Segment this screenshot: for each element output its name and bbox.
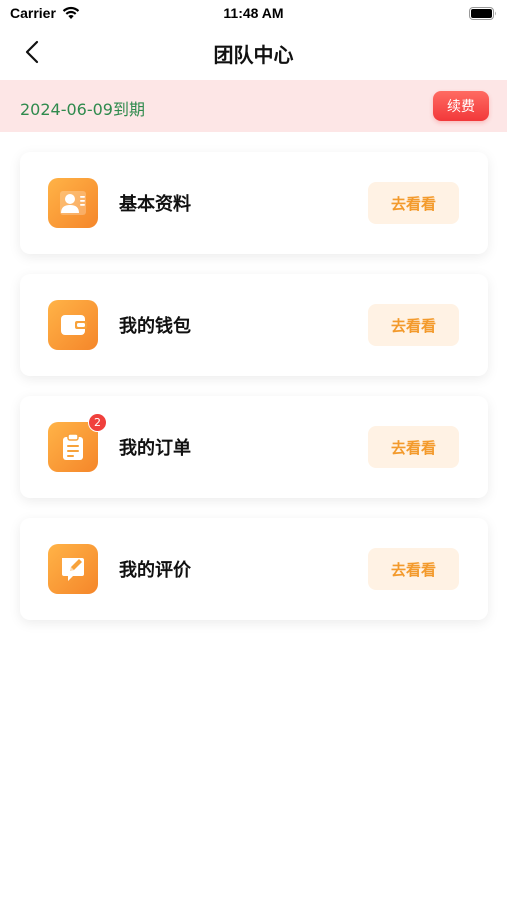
view-button[interactable]: 去看看 (368, 304, 459, 346)
view-button[interactable]: 去看看 (368, 182, 459, 224)
battery-icon (469, 7, 496, 20)
view-button[interactable]: 去看看 (368, 548, 459, 590)
menu-card-reviews[interactable]: 我的评价 去看看 (20, 518, 488, 620)
navigation-bar: 团队中心 (0, 28, 507, 78)
profile-card-icon (48, 178, 98, 228)
view-button[interactable]: 去看看 (368, 426, 459, 468)
clock-time: 11:48 AM (223, 5, 284, 21)
menu-card-profile[interactable]: 基本资料 去看看 (20, 152, 488, 254)
menu-label: 我的订单 (119, 438, 191, 459)
expiry-banner: 2024-06-09到期 续费 (0, 80, 507, 132)
notification-badge: 2 (88, 413, 107, 432)
menu-label: 我的评价 (119, 560, 191, 581)
page-title: 团队中心 (213, 43, 294, 67)
menu-card-orders[interactable]: 2 我的订单 去看看 (20, 396, 488, 498)
menu-card-wallet[interactable]: 我的钱包 去看看 (20, 274, 488, 376)
expiry-date-text: 2024-06-09到期 (20, 100, 145, 119)
menu-label: 基本资料 (119, 194, 191, 215)
menu-label: 我的钱包 (119, 316, 191, 337)
wallet-icon (48, 300, 98, 350)
edit-comment-icon (48, 544, 98, 594)
renew-button[interactable]: 续费 (433, 91, 489, 121)
status-bar: Carrier 11:48 AM (0, 0, 507, 28)
home-indicator (186, 887, 321, 892)
